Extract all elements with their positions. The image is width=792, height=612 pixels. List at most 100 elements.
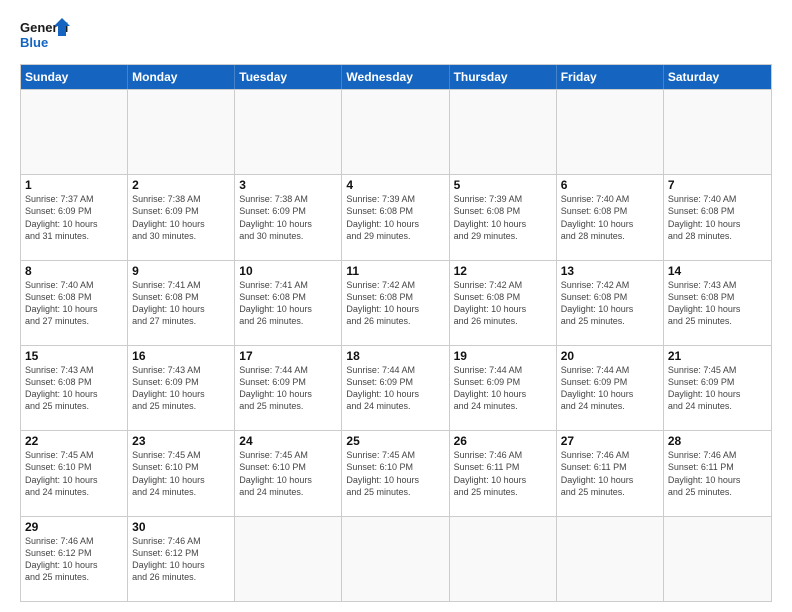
day-number: 22 <box>25 434 123 448</box>
calendar-cell: 2Sunrise: 7:38 AMSunset: 6:09 PMDaylight… <box>128 175 235 259</box>
calendar-cell <box>664 517 771 601</box>
day-info: Sunrise: 7:45 AMSunset: 6:09 PMDaylight:… <box>668 364 767 413</box>
calendar-cell: 15Sunrise: 7:43 AMSunset: 6:08 PMDayligh… <box>21 346 128 430</box>
calendar-cell: 5Sunrise: 7:39 AMSunset: 6:08 PMDaylight… <box>450 175 557 259</box>
day-info: Sunrise: 7:44 AMSunset: 6:09 PMDaylight:… <box>561 364 659 413</box>
day-of-week-header: Monday <box>128 65 235 89</box>
day-number: 25 <box>346 434 444 448</box>
day-info: Sunrise: 7:39 AMSunset: 6:08 PMDaylight:… <box>346 193 444 242</box>
calendar-cell: 13Sunrise: 7:42 AMSunset: 6:08 PMDayligh… <box>557 261 664 345</box>
page-header: General Blue <box>20 16 772 56</box>
day-number: 24 <box>239 434 337 448</box>
calendar-cell: 29Sunrise: 7:46 AMSunset: 6:12 PMDayligh… <box>21 517 128 601</box>
calendar-cell: 1Sunrise: 7:37 AMSunset: 6:09 PMDaylight… <box>21 175 128 259</box>
calendar-cell: 3Sunrise: 7:38 AMSunset: 6:09 PMDaylight… <box>235 175 342 259</box>
calendar-cell: 25Sunrise: 7:45 AMSunset: 6:10 PMDayligh… <box>342 431 449 515</box>
day-info: Sunrise: 7:40 AMSunset: 6:08 PMDaylight:… <box>668 193 767 242</box>
day-number: 17 <box>239 349 337 363</box>
day-number: 19 <box>454 349 552 363</box>
calendar-row: 15Sunrise: 7:43 AMSunset: 6:08 PMDayligh… <box>21 345 771 430</box>
day-info: Sunrise: 7:44 AMSunset: 6:09 PMDaylight:… <box>239 364 337 413</box>
day-info: Sunrise: 7:41 AMSunset: 6:08 PMDaylight:… <box>132 279 230 328</box>
calendar-grid: SundayMondayTuesdayWednesdayThursdayFrid… <box>20 64 772 602</box>
day-info: Sunrise: 7:45 AMSunset: 6:10 PMDaylight:… <box>25 449 123 498</box>
day-number: 9 <box>132 264 230 278</box>
day-info: Sunrise: 7:40 AMSunset: 6:08 PMDaylight:… <box>561 193 659 242</box>
day-info: Sunrise: 7:42 AMSunset: 6:08 PMDaylight:… <box>346 279 444 328</box>
day-info: Sunrise: 7:42 AMSunset: 6:08 PMDaylight:… <box>561 279 659 328</box>
day-number: 28 <box>668 434 767 448</box>
calendar-cell: 7Sunrise: 7:40 AMSunset: 6:08 PMDaylight… <box>664 175 771 259</box>
calendar-cell <box>664 90 771 174</box>
svg-text:Blue: Blue <box>20 35 48 50</box>
day-number: 5 <box>454 178 552 192</box>
logo: General Blue <box>20 16 70 56</box>
day-info: Sunrise: 7:40 AMSunset: 6:08 PMDaylight:… <box>25 279 123 328</box>
calendar-cell <box>450 517 557 601</box>
calendar-row: 22Sunrise: 7:45 AMSunset: 6:10 PMDayligh… <box>21 430 771 515</box>
calendar-cell <box>450 90 557 174</box>
calendar-cell <box>128 90 235 174</box>
day-info: Sunrise: 7:43 AMSunset: 6:08 PMDaylight:… <box>668 279 767 328</box>
day-info: Sunrise: 7:44 AMSunset: 6:09 PMDaylight:… <box>454 364 552 413</box>
day-number: 20 <box>561 349 659 363</box>
day-number: 8 <box>25 264 123 278</box>
day-number: 29 <box>25 520 123 534</box>
calendar-cell: 10Sunrise: 7:41 AMSunset: 6:08 PMDayligh… <box>235 261 342 345</box>
calendar-cell: 23Sunrise: 7:45 AMSunset: 6:10 PMDayligh… <box>128 431 235 515</box>
calendar-cell: 22Sunrise: 7:45 AMSunset: 6:10 PMDayligh… <box>21 431 128 515</box>
logo-svg: General Blue <box>20 16 70 56</box>
day-number: 21 <box>668 349 767 363</box>
day-of-week-header: Saturday <box>664 65 771 89</box>
day-info: Sunrise: 7:46 AMSunset: 6:12 PMDaylight:… <box>25 535 123 584</box>
day-number: 1 <box>25 178 123 192</box>
day-number: 16 <box>132 349 230 363</box>
day-number: 15 <box>25 349 123 363</box>
day-info: Sunrise: 7:46 AMSunset: 6:11 PMDaylight:… <box>668 449 767 498</box>
calendar-cell: 19Sunrise: 7:44 AMSunset: 6:09 PMDayligh… <box>450 346 557 430</box>
calendar-row <box>21 89 771 174</box>
calendar-cell: 11Sunrise: 7:42 AMSunset: 6:08 PMDayligh… <box>342 261 449 345</box>
day-number: 27 <box>561 434 659 448</box>
day-info: Sunrise: 7:38 AMSunset: 6:09 PMDaylight:… <box>132 193 230 242</box>
day-info: Sunrise: 7:46 AMSunset: 6:11 PMDaylight:… <box>561 449 659 498</box>
calendar-cell: 28Sunrise: 7:46 AMSunset: 6:11 PMDayligh… <box>664 431 771 515</box>
day-info: Sunrise: 7:45 AMSunset: 6:10 PMDaylight:… <box>239 449 337 498</box>
calendar-cell: 24Sunrise: 7:45 AMSunset: 6:10 PMDayligh… <box>235 431 342 515</box>
day-info: Sunrise: 7:45 AMSunset: 6:10 PMDaylight:… <box>132 449 230 498</box>
calendar-row: 8Sunrise: 7:40 AMSunset: 6:08 PMDaylight… <box>21 260 771 345</box>
day-number: 3 <box>239 178 337 192</box>
day-info: Sunrise: 7:45 AMSunset: 6:10 PMDaylight:… <box>346 449 444 498</box>
calendar-header: SundayMondayTuesdayWednesdayThursdayFrid… <box>21 65 771 89</box>
calendar-cell: 21Sunrise: 7:45 AMSunset: 6:09 PMDayligh… <box>664 346 771 430</box>
day-number: 26 <box>454 434 552 448</box>
calendar-cell: 8Sunrise: 7:40 AMSunset: 6:08 PMDaylight… <box>21 261 128 345</box>
calendar-body: 1Sunrise: 7:37 AMSunset: 6:09 PMDaylight… <box>21 89 771 601</box>
calendar-cell: 27Sunrise: 7:46 AMSunset: 6:11 PMDayligh… <box>557 431 664 515</box>
calendar-cell: 6Sunrise: 7:40 AMSunset: 6:08 PMDaylight… <box>557 175 664 259</box>
day-of-week-header: Thursday <box>450 65 557 89</box>
calendar-cell: 18Sunrise: 7:44 AMSunset: 6:09 PMDayligh… <box>342 346 449 430</box>
calendar-cell <box>342 90 449 174</box>
calendar-cell: 30Sunrise: 7:46 AMSunset: 6:12 PMDayligh… <box>128 517 235 601</box>
day-number: 14 <box>668 264 767 278</box>
day-info: Sunrise: 7:43 AMSunset: 6:09 PMDaylight:… <box>132 364 230 413</box>
day-number: 2 <box>132 178 230 192</box>
day-number: 18 <box>346 349 444 363</box>
calendar-cell: 12Sunrise: 7:42 AMSunset: 6:08 PMDayligh… <box>450 261 557 345</box>
day-of-week-header: Wednesday <box>342 65 449 89</box>
day-info: Sunrise: 7:42 AMSunset: 6:08 PMDaylight:… <box>454 279 552 328</box>
day-info: Sunrise: 7:46 AMSunset: 6:12 PMDaylight:… <box>132 535 230 584</box>
day-number: 10 <box>239 264 337 278</box>
day-number: 23 <box>132 434 230 448</box>
calendar-cell: 17Sunrise: 7:44 AMSunset: 6:09 PMDayligh… <box>235 346 342 430</box>
calendar-cell: 14Sunrise: 7:43 AMSunset: 6:08 PMDayligh… <box>664 261 771 345</box>
day-info: Sunrise: 7:46 AMSunset: 6:11 PMDaylight:… <box>454 449 552 498</box>
day-info: Sunrise: 7:41 AMSunset: 6:08 PMDaylight:… <box>239 279 337 328</box>
calendar-cell <box>342 517 449 601</box>
calendar-cell <box>235 517 342 601</box>
day-number: 13 <box>561 264 659 278</box>
day-info: Sunrise: 7:39 AMSunset: 6:08 PMDaylight:… <box>454 193 552 242</box>
day-info: Sunrise: 7:38 AMSunset: 6:09 PMDaylight:… <box>239 193 337 242</box>
day-of-week-header: Sunday <box>21 65 128 89</box>
